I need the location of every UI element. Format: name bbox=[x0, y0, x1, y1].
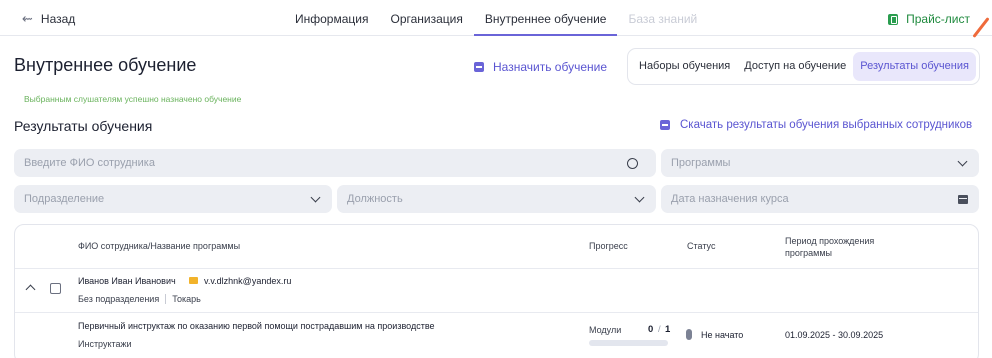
row-checkbox[interactable] bbox=[50, 283, 61, 294]
employee-search-input[interactable]: Введите ФИО сотрудника bbox=[14, 149, 656, 177]
header-progress: Прогресс bbox=[589, 241, 628, 251]
success-message: Выбранным слушателям успешно назначено о… bbox=[24, 94, 242, 104]
chevron-down-icon bbox=[634, 192, 645, 202]
results-title: Результаты обучения bbox=[14, 118, 153, 134]
assign-label: Назначить обучение bbox=[493, 60, 607, 74]
row-divider bbox=[15, 312, 978, 313]
download-label: Скачать результаты обучения выбранных со… bbox=[680, 119, 973, 131]
tab-information[interactable]: Информация bbox=[284, 0, 379, 36]
segment-training-sets[interactable]: Наборы обучения bbox=[632, 52, 737, 81]
programs-placeholder: Программы bbox=[671, 157, 731, 169]
program-category: Инструктажи bbox=[78, 339, 132, 349]
employee-email: v.v.dlzhnk@yandex.ru bbox=[204, 276, 292, 286]
mail-icon bbox=[189, 277, 198, 284]
results-table: ФИО сотрудника/Название программы Прогре… bbox=[14, 224, 979, 358]
employee-name: Иванов Иван Иванович bbox=[78, 276, 176, 286]
price-list-label: Прайс-лист bbox=[906, 12, 970, 26]
employee-department: Без подразделения bbox=[78, 294, 160, 304]
page-title: Внутреннее обучение bbox=[14, 55, 197, 75]
top-nav: ⇜ Назад Информация Организация Внутренне… bbox=[0, 0, 992, 36]
position-placeholder: Должность bbox=[347, 193, 403, 205]
assignment-date-input[interactable]: Дата назначения курса bbox=[661, 185, 979, 213]
section-switcher: Наборы обучения Доступ на обучение Резул… bbox=[627, 48, 980, 85]
tab-knowledge-base[interactable]: База знаний bbox=[617, 0, 708, 36]
collapse-chevron-icon[interactable] bbox=[25, 284, 36, 295]
price-list-link[interactable]: Прайс-лист bbox=[888, 12, 970, 26]
position-select[interactable]: Должность bbox=[337, 185, 656, 213]
program-name: Первичный инструктаж по оказанию первой … bbox=[78, 321, 435, 331]
tab-organization[interactable]: Организация bbox=[379, 0, 473, 36]
assign-training-button[interactable]: Назначить обучение bbox=[474, 60, 607, 74]
search-icon bbox=[627, 157, 638, 169]
segment-training-results[interactable]: Результаты обучения bbox=[853, 52, 976, 81]
back-button[interactable]: ⇜ Назад bbox=[22, 11, 75, 27]
row-divider bbox=[15, 268, 978, 269]
program-period: 01.09.2025 - 30.09.2025 bbox=[785, 330, 884, 340]
tab-internal-training[interactable]: Внутреннее обучение bbox=[473, 0, 618, 36]
arrow-left-icon: ⇜ bbox=[22, 11, 33, 26]
header-period: Период прохождения программы bbox=[785, 236, 875, 258]
assign-icon bbox=[474, 62, 484, 72]
progress-separator: / bbox=[658, 324, 661, 335]
segment-training-access[interactable]: Доступ на обучение bbox=[737, 52, 853, 81]
progress-total: 1 bbox=[665, 324, 671, 335]
tab-bar: Информация Организация Внутреннее обучен… bbox=[284, 0, 708, 36]
progress-label: Модули bbox=[589, 325, 622, 335]
calendar-icon bbox=[958, 194, 968, 204]
chevron-down-icon bbox=[957, 156, 968, 166]
date-placeholder: Дата назначения курса bbox=[671, 193, 789, 205]
employee-meta: Без подразделения Токарь bbox=[78, 294, 201, 304]
chevron-down-icon bbox=[310, 192, 321, 202]
programs-select[interactable]: Программы bbox=[661, 149, 979, 177]
employee-position: Токарь bbox=[172, 294, 201, 304]
progress-bar bbox=[589, 340, 668, 346]
status-text: Не начато bbox=[701, 330, 744, 340]
separator bbox=[165, 294, 167, 304]
status-indicator bbox=[686, 329, 692, 340]
department-placeholder: Подразделение bbox=[24, 193, 105, 205]
department-select[interactable]: Подразделение bbox=[14, 185, 332, 213]
progress-done: 0 bbox=[648, 324, 654, 335]
download-icon bbox=[660, 120, 670, 130]
header-status: Статус bbox=[687, 241, 716, 251]
back-label: Назад bbox=[40, 12, 76, 26]
download-results-button[interactable]: Скачать результаты обучения выбранных со… bbox=[660, 119, 972, 131]
search-placeholder: Введите ФИО сотрудника bbox=[24, 157, 155, 169]
header-name: ФИО сотрудника/Название программы bbox=[78, 241, 241, 251]
excel-icon bbox=[888, 13, 899, 25]
